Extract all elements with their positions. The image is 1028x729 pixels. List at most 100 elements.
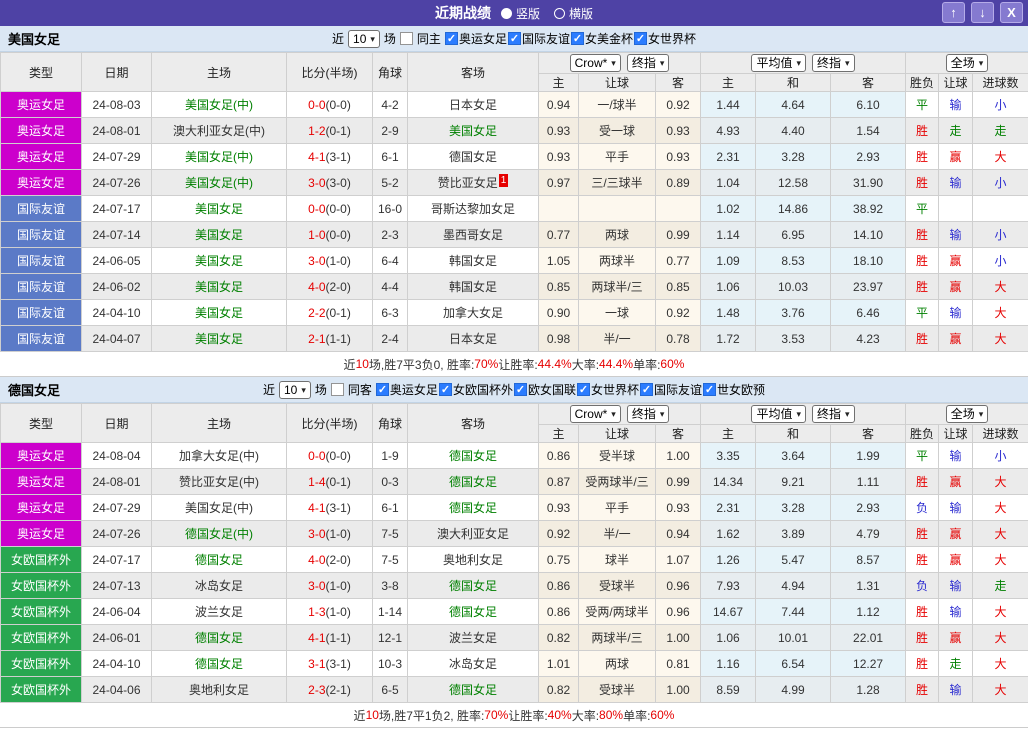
match-count-value: 10 [353,31,367,46]
halftime-score: (0-0) [325,97,351,112]
match-type-badge: 奥运女足 [0,520,82,547]
bookmaker-select[interactable]: Crow* ▾ [569,405,621,423]
avg-away-cell: 1.31 [830,572,907,599]
league-filters: ✓ 奥运女足 ✓ 女欧国杯外 ✓ 欧女国联 ✓ 女世界杯 ✓ 国际友谊 ✓ 世女欧预 [375,381,766,398]
handicap-result-cell: 赢 [938,247,974,274]
avg-home-cell: 1.14 [700,221,757,248]
league-checkbox[interactable]: ✓ [513,383,527,396]
final-odds-select-2[interactable]: 终指 ▾ [812,54,855,72]
match-count-select[interactable]: 10 ▾ [348,29,380,48]
final-odds-value-2: 终指 [817,407,842,421]
odds-home-cell: 0.90 [538,299,579,326]
date-cell: 24-06-04 [81,598,152,625]
league-checkbox[interactable]: ✓ [375,383,389,396]
result-cell: 胜 [905,273,940,300]
scope-controls: 全场 ▾ [905,403,1028,425]
away-team-name: 日本女足 [448,98,497,112]
home-team-name: 美国女足(中) [185,176,253,190]
avg-away-cell: 1.99 [830,442,907,469]
avg-controls: 平均值 ▾ 终指 ▾ [700,403,907,425]
score-cell: 4-0(2-0) [286,273,373,300]
same-side-checkbox[interactable] [330,383,344,396]
goals-result-cell: 大 [972,650,1028,677]
league-checkbox[interactable]: ✓ [570,32,584,45]
league-checkbox[interactable]: ✓ [639,383,653,396]
handicap-cell: 受两/两球半 [578,598,656,625]
date-cell: 24-07-13 [81,572,152,599]
radio-off-icon [554,7,565,19]
average-select[interactable]: 平均值 ▾ [751,54,807,72]
scope-select[interactable]: 全场 ▾ [945,405,989,423]
bookmaker-select[interactable]: Crow* ▾ [569,54,621,72]
avg-away-cell: 8.57 [830,546,907,573]
avg-away-cell: 1.28 [830,676,907,703]
scope-select[interactable]: 全场 ▾ [945,54,989,72]
sections: 美国女足 近 10 ▾ 场 同主 ✓ 奥运女足 ✓ 国际友谊 ✓ 女美金杯 ✓ 女世界杯 [0,26,1028,728]
avg-away-cell: 4.79 [830,520,907,547]
col-avg-away: 客 [830,424,907,443]
titlebar: 近期战绩 竖版 横版 ↑ ↓ X [0,0,1028,26]
score-cell: 1-2(0-1) [286,117,373,144]
corner-cell: 5-2 [372,169,408,196]
league-checkbox[interactable]: ✓ [444,32,458,45]
match-count-select[interactable]: 10 ▾ [279,380,311,399]
score-cell: 1-4(0-1) [286,468,373,495]
result-cell: 胜 [905,117,940,144]
halftime-score: (1-1) [325,630,351,645]
goals-result-cell: 大 [972,325,1028,352]
away-team-name: 加拿大女足 [442,306,503,320]
result-cell: 胜 [905,624,940,651]
final-odds-select-1[interactable]: 终指 ▾ [626,405,670,423]
odds-home-cell: 0.93 [538,494,579,521]
odds-home-cell: 0.85 [538,273,579,300]
avg-draw-cell: 3.53 [755,325,832,352]
score-cell: 4-0(2-0) [286,546,373,573]
league-checkbox[interactable]: ✓ [633,32,647,45]
result-cell: 负 [905,494,940,521]
match-type-badge: 奥运女足 [0,468,82,495]
odds-home-cell: 0.86 [538,572,579,599]
same-side-checkbox[interactable] [399,32,413,45]
scroll-up-button[interactable]: ↑ [942,2,965,23]
league-checkbox[interactable]: ✓ [438,383,452,396]
home-team-name: 奥地利女足 [188,683,249,697]
average-select[interactable]: 平均值 ▾ [751,405,807,423]
final-odds-select-1[interactable]: 终指 ▾ [626,54,670,72]
summary-stat-value: 44.4% [537,357,572,371]
corner-cell: 1-9 [372,442,408,469]
scroll-down-button[interactable]: ↓ [971,2,994,23]
handicap-result-cell: 输 [938,91,974,118]
avg-away-cell: 4.23 [830,325,907,352]
home-team-cell: 美国女足(中) [151,494,287,521]
away-team-name: 澳大利亚女足 [436,527,509,541]
home-team-name: 美国女足 [194,228,243,242]
halftime-score: (0-0) [325,201,351,216]
final-odds-select-2[interactable]: 终指 ▾ [812,405,855,423]
date-cell: 24-07-26 [81,169,152,196]
home-team-name: 德国女足 [194,553,243,567]
avg-home-cell: 1.44 [700,91,757,118]
away-team-name: 墨西哥女足 [442,228,503,242]
odds-away-cell: 0.99 [654,468,702,495]
summary-text: 让胜率: [498,357,538,372]
avg-draw-cell: 3.28 [755,494,832,521]
corner-cell: 3-8 [372,572,408,599]
col-away: 客场 [407,403,539,443]
close-button[interactable]: X [1000,2,1023,23]
home-team-cell: 美国女足 [151,247,287,274]
result-cell: 胜 [905,221,940,248]
summary-stat-value: 60% [660,357,685,371]
league-checkbox[interactable]: ✓ [576,383,590,396]
league-checkbox[interactable]: ✓ [703,383,716,396]
col-odds-away: 客 [654,424,702,443]
col-avg-draw: 和 [755,424,832,443]
league-checkbox[interactable]: ✓ [507,32,521,45]
fulltime-score: 0-0 [308,97,326,112]
score-cell: 4-1(1-1) [286,624,373,651]
chevron-down-icon: ▾ [370,33,375,44]
radio-horizontal-layout[interactable]: 横版 [554,5,593,22]
radio-vertical-layout[interactable]: 竖版 [500,5,540,22]
avg-home-cell: 7.93 [700,572,757,599]
layout-radio-group: 竖版 横版 [500,5,593,22]
chevron-down-icon: ▾ [611,409,616,419]
